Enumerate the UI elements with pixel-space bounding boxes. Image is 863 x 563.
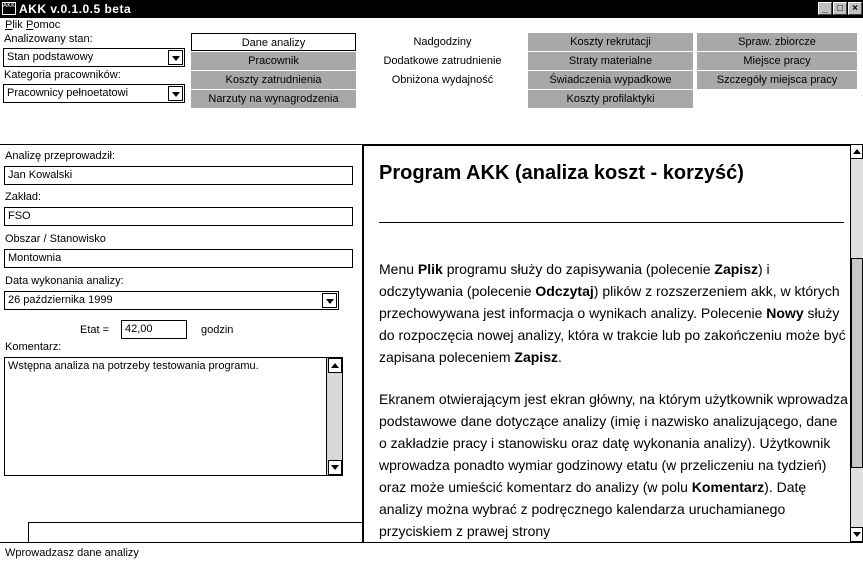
scroll-up-icon[interactable]: [850, 144, 863, 159]
scroll-thumb[interactable]: [851, 258, 863, 468]
close-button[interactable]: ×: [848, 2, 862, 15]
comment-textarea[interactable]: Wstępna analiza na potrzeby testowania p…: [4, 357, 343, 476]
area-label: Obszar / Stanowisko: [5, 233, 106, 245]
help-paragraph-1: Menu Plik programu służy do zapisywania …: [379, 261, 846, 365]
chevron-down-icon[interactable]: [168, 50, 183, 65]
menu-pomoc[interactable]: Pomoc: [26, 19, 60, 31]
status-bar: Wprowadzasz dane analizy: [0, 542, 863, 563]
date-label: Data wykonania analizy:: [5, 275, 124, 287]
plant-field[interactable]: FSO: [4, 207, 353, 226]
scroll-up-icon[interactable]: [328, 358, 342, 373]
comment-label: Komentarz:: [5, 341, 62, 353]
scroll-down-icon[interactable]: [328, 460, 342, 475]
bottom-tab-strip: [28, 522, 363, 542]
date-value: 26 października 1999: [8, 294, 113, 306]
chevron-down-icon[interactable]: [322, 293, 337, 308]
app-icon: AKK: [2, 2, 16, 15]
status-text: Wprowadzasz dane analizy: [5, 547, 139, 559]
tab-szczegoly-miejsca-pracy[interactable]: Szczegóły miejsca pracy: [697, 71, 857, 89]
tab-nadgodziny[interactable]: Nadgodziny: [360, 33, 525, 51]
date-picker[interactable]: 26 października 1999: [4, 291, 339, 310]
help-pane: Program AKK (analiza koszt - korzyść) Me…: [362, 144, 850, 542]
window-title: AKK v.0.1.0.5 beta: [19, 2, 132, 16]
title-bar: AKK AKK v.0.1.0.5 beta _ □ ×: [0, 0, 863, 18]
help-paragraph-2: Ekranem otwierającym jest ekran główny, …: [379, 391, 848, 539]
tab-swiadczenia-wypadkowe[interactable]: Świadczenia wypadkowe: [528, 71, 693, 89]
tab-obnizona-wydajnosc[interactable]: Obniżona wydajność: [360, 71, 525, 89]
category-select[interactable]: Pracownicy pełnoetatowi: [3, 84, 185, 103]
chevron-down-icon[interactable]: [168, 86, 183, 101]
scroll-down-icon[interactable]: [850, 527, 863, 542]
help-scrollbar[interactable]: [850, 144, 863, 542]
state-select[interactable]: Stan podstawowy: [3, 48, 185, 67]
state-select-value: Stan podstawowy: [7, 51, 94, 63]
tab-spraw-zbiorcze[interactable]: Spraw. zbiorcze: [697, 33, 857, 51]
comment-value: Wstępna analiza na potrzeby testowania p…: [8, 360, 259, 372]
analysis-form-panel: Analizę przeprowadził: Jan Kowalski Zakł…: [0, 144, 362, 522]
help-divider: [379, 222, 844, 223]
area-value: Montownia: [8, 252, 62, 264]
analyst-field[interactable]: Jan Kowalski: [4, 166, 353, 185]
comment-scrollbar[interactable]: [326, 358, 342, 475]
tab-narzuty[interactable]: Narzuty na wynagrodzenia: [191, 90, 356, 108]
analyst-label: Analizę przeprowadził:: [5, 150, 116, 162]
etat-field[interactable]: 42,00: [121, 320, 187, 339]
menu-bar: Plik Pomoc: [0, 18, 863, 33]
tab-koszty-zatrudnienia[interactable]: Koszty zatrudnienia: [191, 71, 356, 89]
area-field[interactable]: Montownia: [4, 249, 353, 268]
help-title: Program AKK (analiza koszt - korzyść): [379, 162, 744, 184]
etat-unit: godzin: [201, 324, 234, 336]
tab-koszty-profilaktyki[interactable]: Koszty profilaktyki: [528, 90, 693, 108]
tab-straty-materialne[interactable]: Straty materialne: [528, 52, 693, 70]
tab-dodatkowe-zatrudnienie[interactable]: Dodatkowe zatrudnienie: [360, 52, 525, 70]
tab-koszty-rekrutacji[interactable]: Koszty rekrutacji: [528, 33, 693, 51]
plant-label: Zakład:: [5, 191, 42, 203]
maximize-button[interactable]: □: [833, 2, 847, 15]
analyst-value: Jan Kowalski: [8, 169, 73, 181]
menu-plik[interactable]: Plik: [5, 19, 23, 31]
etat-value: 42,00: [125, 323, 153, 335]
tab-miejsce-pracy[interactable]: Miejsce pracy: [697, 52, 857, 70]
tab-dane-analizy[interactable]: Dane analizy: [191, 33, 356, 51]
etat-label: Etat =: [80, 324, 110, 336]
category-select-value: Pracownicy pełnoetatowi: [7, 87, 129, 99]
minimize-button[interactable]: _: [818, 2, 832, 15]
tab-pracownik[interactable]: Pracownik: [191, 52, 356, 70]
plant-value: FSO: [8, 210, 31, 222]
category-label: Kategoria pracowników:: [4, 69, 121, 81]
state-label: Analizowany stan:: [4, 33, 93, 45]
